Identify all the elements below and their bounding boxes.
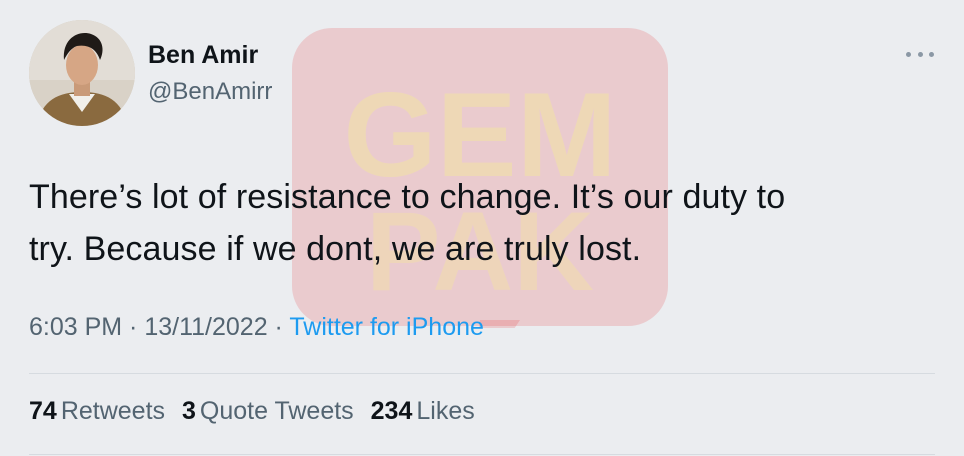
tweet-text-line: There’s lot of resistance to change. It’… bbox=[29, 178, 786, 216]
dot bbox=[929, 51, 934, 57]
quote-tweets-label: Quote Tweets bbox=[199, 397, 354, 425]
quote-tweets-count: 3 bbox=[181, 397, 196, 425]
tweet-text: There’s lot of resistance to change. It’… bbox=[29, 171, 929, 275]
likes-stat[interactable]: 234 Likes bbox=[371, 397, 475, 426]
retweets-label: Retweets bbox=[60, 397, 166, 425]
tweet-meta: 6:03 PM · 13/11/2022 · Twitter for iPhon… bbox=[29, 313, 484, 342]
avatar[interactable] bbox=[29, 20, 135, 126]
tweet-card: GEM PAK Ben Amir @BenAmirr There’s lot o… bbox=[0, 0, 964, 456]
dot bbox=[906, 51, 911, 57]
likes-count: 234 bbox=[370, 397, 413, 425]
tweet-time[interactable]: 6:03 PM bbox=[29, 313, 122, 341]
tweet-stats: 74 Retweets 3 Quote Tweets 234 Likes bbox=[29, 397, 485, 426]
retweets-count: 74 bbox=[29, 397, 57, 425]
tweet-date[interactable]: 13/11/2022 bbox=[144, 313, 267, 341]
tweet-source-link[interactable]: Twitter for iPhone bbox=[289, 313, 484, 341]
likes-label: Likes bbox=[416, 397, 475, 425]
divider bbox=[29, 454, 935, 455]
author-handle[interactable]: @BenAmirr bbox=[148, 78, 272, 106]
meta-separator: · bbox=[267, 313, 290, 341]
quote-tweets-stat[interactable]: 3 Quote Tweets bbox=[182, 397, 354, 426]
dot bbox=[917, 51, 923, 57]
more-options-icon[interactable] bbox=[906, 44, 934, 64]
avatar-photo bbox=[29, 20, 135, 126]
divider bbox=[29, 373, 935, 374]
retweets-stat[interactable]: 74 Retweets bbox=[29, 397, 165, 426]
tweet-text-line: try. Because if we dont, we are truly lo… bbox=[29, 230, 642, 268]
author-name[interactable]: Ben Amir bbox=[148, 41, 258, 70]
meta-separator: · bbox=[122, 313, 145, 341]
